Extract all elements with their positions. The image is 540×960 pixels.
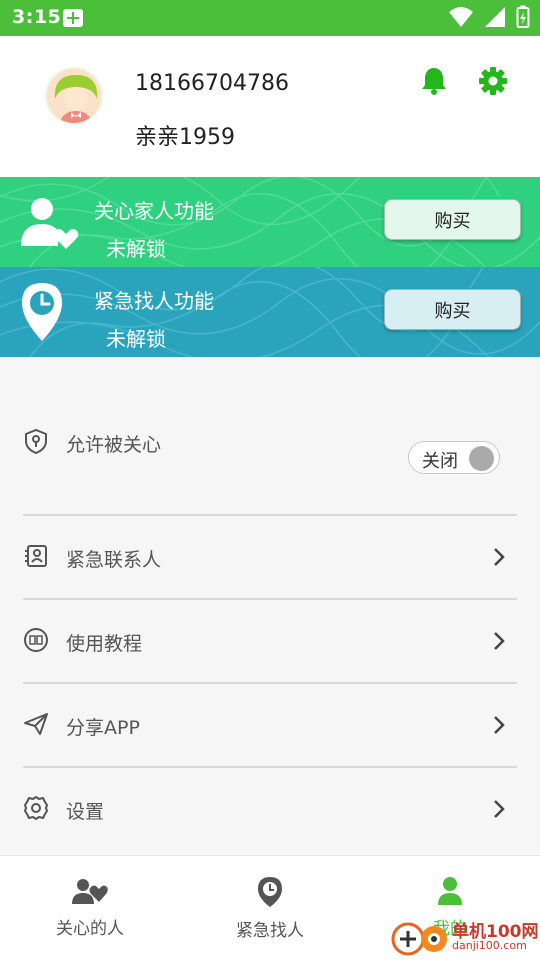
emergency-find-banner: 紧急找人功能 未解锁 购买 (0, 267, 540, 357)
status-bar: 3:15 (0, 0, 540, 36)
shield-person-icon (25, 428, 47, 454)
watermark: 单机100网 danji100.com (390, 915, 540, 960)
settings-item-label: 紧急联系人 (66, 549, 162, 571)
settings-item-label: 分享APP (66, 717, 140, 739)
profile-header: 18166704786 亲亲1959 (0, 36, 540, 177)
banner-status: 未解锁 (106, 327, 166, 351)
paper-plane-icon (24, 713, 48, 735)
care-family-banner: 关心家人功能 未解锁 购买 (0, 177, 540, 267)
people-heart-icon (72, 879, 108, 904)
chevron-right-icon (494, 632, 505, 650)
settings-item-emergency-contact[interactable]: 紧急联系人 (0, 514, 540, 598)
phone-number: 18166704786 (135, 71, 289, 96)
person-heart-icon (21, 198, 79, 249)
allow-care-toggle[interactable]: 关闭 (408, 441, 500, 474)
tutorial-icon (24, 628, 48, 652)
nickname: 亲亲1959 (135, 125, 235, 150)
toggle-knob (469, 446, 494, 471)
chevron-right-icon (494, 800, 505, 818)
buy-care-button[interactable]: 购买 (384, 199, 521, 240)
gear-icon (24, 796, 48, 820)
nav-label: 关心的人 (56, 919, 124, 939)
banner-title: 紧急找人功能 (94, 289, 214, 313)
chevron-right-icon (494, 548, 505, 566)
allow-care-label: 允许被关心 (66, 434, 162, 456)
location-clock-icon (258, 877, 282, 907)
signal-icon (485, 7, 505, 27)
banner-status: 未解锁 (106, 237, 166, 261)
nav-label: 紧急找人 (236, 921, 304, 941)
watermark-logo (391, 922, 447, 956)
nav-item-emergency-find[interactable]: 紧急找人 (180, 876, 360, 941)
contact-card-icon (25, 545, 47, 567)
person-icon (438, 877, 462, 905)
banner-title: 关心家人功能 (94, 199, 214, 223)
status-time: 3:15 (12, 6, 62, 28)
gear-icon[interactable] (478, 66, 508, 96)
chevron-right-icon (494, 716, 505, 734)
settings-item-settings[interactable]: 设置 (0, 766, 540, 850)
battery-icon (516, 5, 530, 28)
location-clock-icon (22, 283, 62, 341)
avatar[interactable] (45, 67, 103, 125)
watermark-url: danji100.com (452, 939, 527, 952)
wifi-icon (449, 7, 473, 27)
settings-item-share[interactable]: 分享APP (0, 682, 540, 766)
buy-emergency-button[interactable]: 购买 (384, 289, 521, 330)
bell-icon[interactable] (420, 66, 448, 96)
settings-item-tutorial[interactable]: 使用教程 (0, 598, 540, 682)
toggle-label: 关闭 (422, 451, 458, 472)
notification-add-icon (63, 9, 83, 27)
nav-item-cared-people[interactable]: 关心的人 (0, 876, 180, 939)
settings-item-label: 设置 (66, 801, 105, 823)
settings-item-label: 使用教程 (66, 633, 143, 655)
